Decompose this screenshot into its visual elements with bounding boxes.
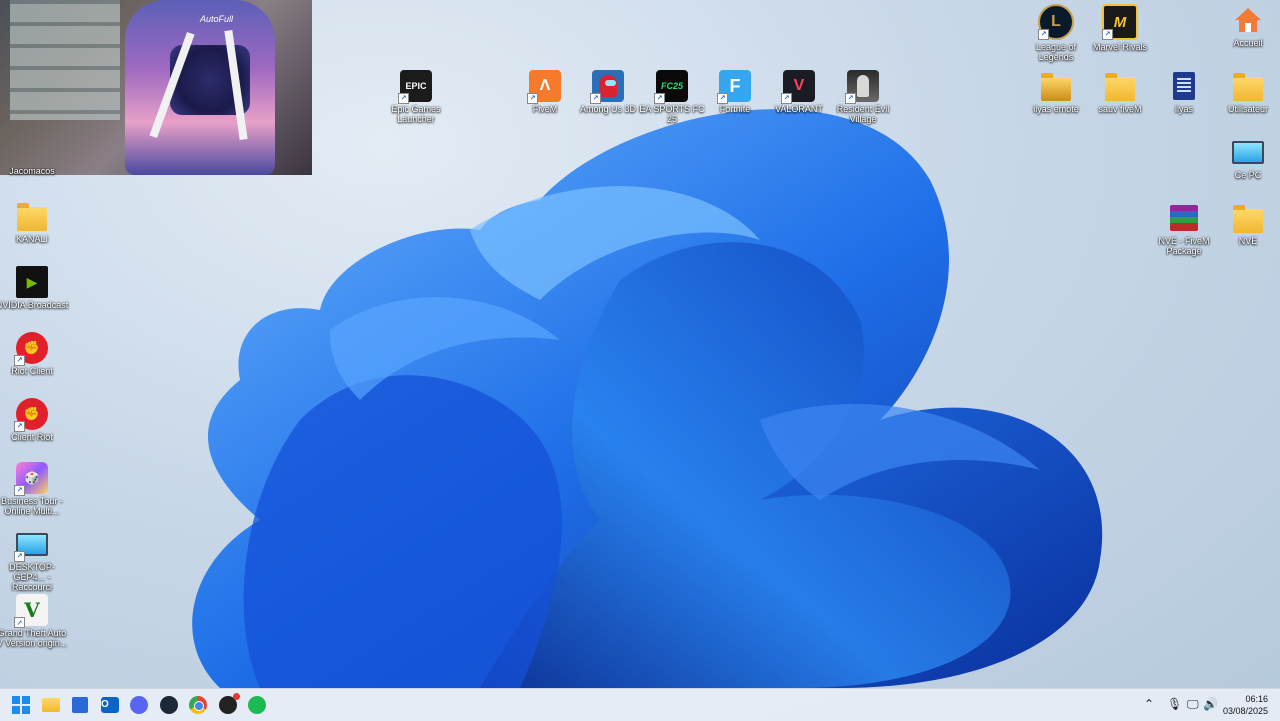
desktop-icon-epic[interactable]: EPIC ↗ Epic Games Launcher: [378, 70, 454, 124]
webcam-shelf: [10, 0, 120, 120]
desktop-icon-nve[interactable]: NVE: [1210, 202, 1280, 246]
monitor-icon: [1232, 136, 1264, 168]
icon-label: Jacomacos: [9, 168, 55, 176]
among-us-icon: ↗: [590, 70, 624, 104]
desktop-icon-nvidia-broadcast[interactable]: ▶ NVIDIA Broadcast: [0, 266, 70, 310]
icon-label: Accueil: [1233, 38, 1263, 48]
icon-label: Utilisateur: [1227, 104, 1268, 114]
resident-evil-icon: ↗: [845, 70, 879, 104]
riot-client-icon: ✊ ↗: [14, 398, 48, 432]
clock-date: 03/08/2025: [1222, 706, 1268, 716]
folder-icon: [1040, 70, 1072, 102]
nvidia-broadcast-icon: ▶: [16, 266, 48, 298]
business-tour-icon: 🎲 ↗: [14, 462, 48, 496]
chair-brand: AutoFull: [200, 14, 234, 24]
icon-glyph: F: [729, 75, 741, 96]
microphone-icon[interactable]: 🎙: [1167, 697, 1182, 711]
desktop-icon-utilisateur[interactable]: Utilisateur: [1210, 70, 1280, 114]
league-of-legends-icon: L ↗: [1038, 4, 1074, 40]
marvel-rivals-icon: M ↗: [1102, 4, 1138, 40]
outlook-button[interactable]: O: [98, 693, 122, 717]
icon-label: DESKTOP-GEP4... - Raccourci: [9, 562, 55, 592]
icon-label: NVIDIA Broadcast: [0, 300, 69, 310]
volume-icon[interactable]: 🔊: [1203, 697, 1218, 711]
icon-label: Grand Theft Auto V Version origin...: [0, 628, 68, 648]
clock-time: 06:16: [1245, 694, 1268, 704]
desktop-icon-business-tour[interactable]: 🎲 ↗ Business Tour - Online Multi...: [0, 462, 70, 516]
webcam-overlay: AutoFull: [0, 0, 312, 175]
obs-icon: [219, 693, 240, 714]
icon-label: Epic Games Launcher: [391, 104, 441, 124]
spotify-icon: [248, 696, 266, 714]
desktop-icon-partial[interactable]: Jacomacos: [0, 168, 70, 178]
icon-glyph: V: [24, 598, 40, 622]
fc25-icon: FC25 ↗: [654, 70, 688, 104]
winrar-archive-icon: [1168, 202, 1200, 234]
folder-icon: [1104, 70, 1136, 102]
desktop-icon-client-riot[interactable]: ✊ ↗ Client Riot: [0, 398, 70, 442]
desktop-icon-kanali[interactable]: KANALI: [0, 200, 70, 244]
windows-icon: [12, 696, 30, 714]
icon-glyph: FC25: [660, 81, 683, 91]
desktop-icon-gta[interactable]: V ↗ Grand Theft Auto V Version origin...: [0, 594, 70, 648]
icon-label: Ce PC: [1234, 170, 1262, 180]
icon-glyph: L: [1051, 13, 1061, 30]
icon-glyph: V: [793, 77, 805, 94]
desktop-icon-resident-evil[interactable]: ↗ Resident Evil Village: [825, 70, 901, 124]
steam-icon: [160, 696, 178, 714]
steam-button[interactable]: [157, 693, 181, 717]
chrome-icon: [189, 696, 207, 714]
riot-client-icon: ✊ ↗: [14, 332, 48, 366]
spotify-button[interactable]: [245, 693, 269, 717]
icon-label: KANALI: [15, 234, 48, 244]
start-button[interactable]: [9, 693, 33, 717]
desktop-icon-ce-pc[interactable]: Ce PC: [1210, 136, 1280, 180]
microsoft-store-button[interactable]: [68, 693, 92, 717]
fivem-icon: Λ ↗: [527, 70, 561, 104]
desktop-icon-desktop-shortcut[interactable]: ↗ DESKTOP-GEP4... - Raccourci: [0, 528, 70, 592]
icon-label: Business Tour - Online Multi...: [1, 496, 63, 516]
folder-icon: [1232, 202, 1264, 234]
fortnite-icon: F ↗: [717, 70, 751, 104]
monitor-icon: ↗: [14, 528, 48, 562]
chrome-button[interactable]: [186, 693, 210, 717]
discord-icon: [130, 696, 148, 714]
gta-icon: V ↗: [14, 594, 48, 628]
icon-glyph: M: [1113, 13, 1127, 31]
chevron-up-icon[interactable]: ⌃: [1144, 697, 1154, 711]
outlook-icon: O: [101, 697, 119, 713]
file-explorer-icon: [42, 698, 60, 712]
folder-icon: [1232, 70, 1264, 102]
icon-label: Marvel Rivals: [1092, 42, 1147, 52]
network-icon[interactable]: 🖵: [1187, 697, 1199, 712]
microsoft-store-icon: [72, 697, 88, 713]
icon-label: NVE: [1238, 236, 1258, 246]
home-icon: [1232, 4, 1264, 36]
desktop-icon-accueil[interactable]: Accueil: [1210, 4, 1280, 48]
icon-glyph: EPIC: [405, 81, 427, 91]
document-icon: [1168, 70, 1200, 102]
taskbar: O ⌃ 🎙 🖵 🔊 06:16 03/08/2025: [0, 688, 1280, 721]
desktop-icon-riot-client[interactable]: ✊ ↗ Riot Client: [0, 332, 70, 376]
folder-icon: [16, 200, 48, 232]
icon-glyph: ▶: [26, 273, 38, 290]
epic-games-icon: EPIC ↗: [398, 70, 432, 104]
discord-button[interactable]: [127, 693, 151, 717]
icon-glyph: Λ: [539, 77, 551, 94]
file-explorer-button[interactable]: [39, 693, 63, 717]
icon-label: Client Riot: [11, 432, 53, 442]
icon-label: Resident Evil Village: [836, 104, 890, 124]
clock[interactable]: 06:16 03/08/2025: [1223, 693, 1268, 717]
valorant-icon: V ↗: [781, 70, 815, 104]
obs-button[interactable]: [216, 693, 240, 717]
desktop-icon-marvel-rivals[interactable]: M ↗ Marvel Rivals: [1082, 4, 1158, 52]
icon-label: Riot Client: [11, 366, 53, 376]
